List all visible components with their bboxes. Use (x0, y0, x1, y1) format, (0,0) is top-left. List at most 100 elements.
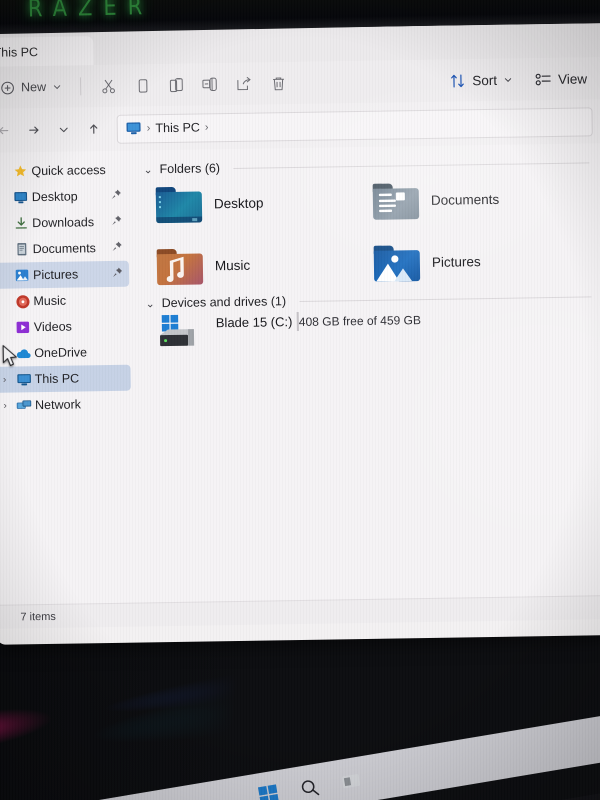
sidebar-item-music[interactable]: Music (0, 287, 130, 315)
folder-tile-music[interactable]: Music (156, 239, 375, 290)
pin-icon[interactable] (111, 187, 122, 205)
sidebar-item-videos[interactable]: Videos (0, 313, 130, 341)
new-button[interactable]: New (0, 75, 70, 99)
drive-details: Blade 15 (C:) 408 GB free of 459 GB (216, 310, 421, 332)
sidebar-item-label: This PC (34, 371, 80, 387)
folder-tile-documents[interactable]: Documents (372, 173, 591, 224)
sort-button[interactable]: Sort (441, 66, 522, 94)
chevron-down-icon[interactable]: ⌄ (143, 163, 152, 176)
sidebar-item-label: Network (34, 397, 82, 413)
this-pc-icon (13, 373, 35, 386)
expander-chevron-icon[interactable]: › (0, 400, 13, 411)
group-divider (233, 161, 590, 169)
address-bar[interactable]: › This PC › (116, 106, 593, 144)
item-count-label: 7 items (20, 610, 56, 623)
view-button[interactable]: View (526, 66, 596, 92)
drive-capacity-bar (296, 312, 299, 332)
sidebar-item-network[interactable]: › Network (0, 391, 131, 419)
sidebar-item-pictures[interactable]: Pictures (0, 260, 130, 289)
toolbar-divider (79, 77, 82, 96)
sidebar-item-onedrive[interactable]: › OneDrive (0, 339, 130, 367)
folder-documents-icon (372, 181, 420, 220)
copy-button[interactable] (125, 70, 159, 101)
command-bar-right: Sort View (441, 57, 596, 101)
cut-button[interactable] (91, 71, 125, 102)
taskbar-app-icon[interactable] (340, 771, 363, 792)
sidebar-item-label: Documents (32, 241, 96, 257)
group-title: Folders (6) (159, 161, 221, 177)
folder-tile-label: Desktop (213, 195, 264, 211)
tab-label: This PC (0, 44, 39, 60)
drive-name: Blade 15 (C:) (215, 314, 293, 331)
sidebar-item-documents[interactable]: Documents (0, 235, 129, 263)
rename-button[interactable] (193, 69, 227, 100)
start-button[interactable] (257, 783, 280, 800)
sidebar-item-label: Quick access (31, 163, 106, 179)
desktop-screen: This PC New Sort View › This PC › Quick … (0, 20, 600, 800)
paste-button[interactable] (159, 70, 193, 101)
sidebar-item-label: Pictures (32, 267, 79, 283)
chevron-down-icon (503, 75, 513, 85)
drive-item-blade-15[interactable]: Blade 15 (C:) 408 GB free of 459 GB (146, 307, 593, 354)
folders-grid: Desktop Documents Music Pictures (144, 173, 592, 290)
folder-tile-label: Documents (430, 191, 500, 208)
folder-tile-label: Music (214, 257, 251, 273)
mouse-cursor (2, 344, 19, 373)
forward-button[interactable] (19, 115, 49, 145)
view-list-icon (535, 71, 552, 86)
delete-button[interactable] (261, 68, 295, 99)
sidebar-item-this-pc[interactable]: › This PC (0, 364, 131, 393)
razer-brand-logo: RAZER (27, 0, 154, 23)
file-explorer-window: This PC New Sort View › This PC › Quick … (0, 23, 600, 645)
folder-tile-desktop[interactable]: Desktop (155, 177, 374, 228)
download-icon (10, 216, 32, 230)
breadcrumb-separator[interactable]: › (205, 121, 209, 133)
plus-circle-icon (0, 80, 15, 95)
sidebar-item-downloads[interactable]: Downloads (0, 209, 128, 237)
folder-tile-pictures[interactable]: Pictures (373, 235, 592, 286)
documents-icon (11, 242, 33, 256)
explorer-body: Quick access Desktop Downloads Documents… (0, 143, 600, 605)
sidebar-item-label: Videos (33, 319, 72, 335)
sidebar-item-label: OneDrive (34, 345, 88, 361)
share-button[interactable] (227, 69, 261, 100)
network-icon (13, 399, 35, 412)
sidebar-item-label: Desktop (31, 189, 78, 205)
share-icon (235, 75, 253, 93)
sidebar-item-desktop[interactable]: Desktop (0, 183, 128, 211)
music-icon (11, 294, 33, 309)
view-label: View (557, 70, 588, 87)
back-button[interactable] (0, 115, 19, 145)
up-button[interactable] (79, 114, 109, 144)
windows-drive-icon (158, 313, 207, 354)
scissors-icon (99, 77, 116, 94)
paste-icon (167, 76, 184, 93)
folder-pictures-icon (373, 243, 421, 282)
rename-icon (201, 75, 219, 93)
photo-of-laptop-screen: This PC New Sort View › This PC › Quick … (0, 0, 600, 800)
trash-icon (269, 75, 286, 92)
group-header-devices-and-drives[interactable]: ⌄ Devices and drives (1) (145, 289, 592, 311)
breadcrumb-this-pc[interactable]: This PC (155, 121, 200, 136)
recent-locations-button[interactable] (49, 114, 79, 144)
tab-this-pc[interactable]: This PC (0, 36, 94, 68)
desktop-icon (10, 191, 32, 204)
sidebar-item-label: Downloads (32, 215, 95, 231)
content-pane: ⌄ Folders (6) Desktop Documents Music Pi… (135, 143, 600, 602)
folder-tile-label: Pictures (431, 253, 481, 270)
expander-chevron-icon[interactable]: › (0, 374, 13, 385)
copy-icon (133, 77, 150, 94)
sidebar-item-quick-access[interactable]: Quick access (0, 157, 128, 185)
pin-icon[interactable] (111, 239, 122, 257)
star-icon (9, 164, 31, 178)
sort-arrows-icon (450, 72, 466, 89)
group-header-folders[interactable]: ⌄ Folders (6) (143, 155, 590, 177)
pin-icon[interactable] (111, 213, 122, 231)
group-title: Devices and drives (1) (161, 294, 287, 311)
drive-free-space-text: 408 GB free of 459 GB (298, 313, 422, 329)
search-button[interactable] (298, 776, 321, 799)
breadcrumb-separator: › (146, 122, 151, 135)
pin-icon[interactable] (112, 265, 123, 283)
pictures-icon (11, 268, 33, 282)
chevron-down-icon[interactable]: ⌄ (145, 297, 154, 310)
